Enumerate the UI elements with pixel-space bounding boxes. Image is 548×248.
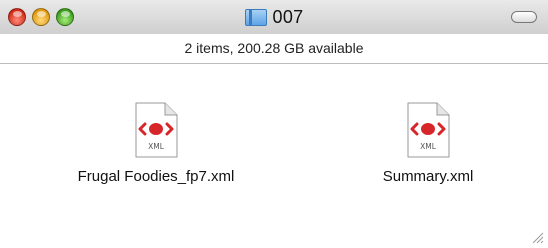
window-title-group: 007 — [0, 4, 548, 30]
finder-window: 007 2 items, 200.28 GB available XML Fru… — [0, 0, 548, 248]
window-title: 007 — [272, 6, 304, 27]
folder-icon — [244, 7, 267, 27]
xml-file-icon: XML — [407, 102, 450, 158]
file-name: Summary.xml — [382, 168, 474, 185]
toolbar-toggle-button[interactable] — [511, 11, 537, 23]
file-type-label: XML — [420, 142, 437, 151]
xml-file-icon: XML — [135, 102, 178, 158]
status-bar: 2 items, 200.28 GB available — [0, 34, 548, 64]
resize-grip-icon[interactable] — [530, 230, 544, 244]
status-text: 2 items, 200.28 GB available — [184, 39, 364, 56]
file-type-label: XML — [148, 142, 165, 151]
file-item[interactable]: XML Frugal Foodies_fp7.xml — [46, 102, 266, 185]
file-item[interactable]: XML Summary.xml — [318, 102, 538, 185]
title-bar[interactable]: 007 — [0, 0, 548, 34]
file-name: Frugal Foodies_fp7.xml — [77, 168, 235, 185]
